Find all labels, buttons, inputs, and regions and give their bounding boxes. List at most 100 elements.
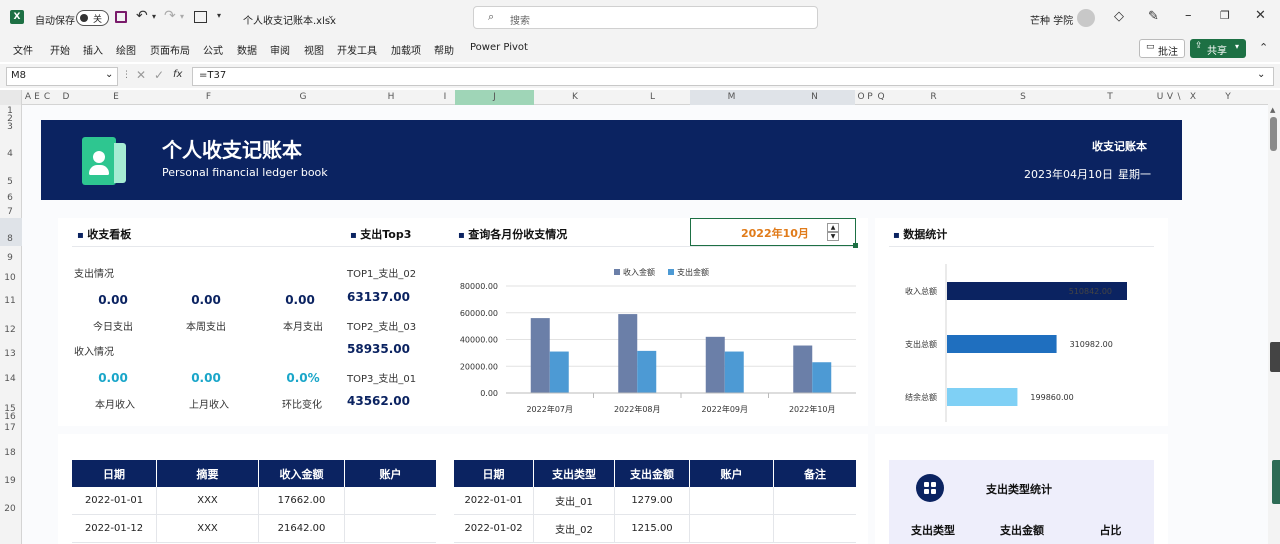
column-header[interactable]: D — [58, 92, 74, 102]
column-header[interactable]: \ — [1175, 92, 1183, 102]
tab-file[interactable]: 文件 — [13, 42, 33, 57]
row-header[interactable]: 16 — [0, 412, 20, 422]
column-header[interactable]: K — [535, 92, 615, 102]
table-cell[interactable]: XXX — [157, 515, 259, 542]
tab-addins[interactable]: 加载项 — [391, 42, 421, 57]
column-header[interactable]: X — [1184, 92, 1202, 102]
column-header[interactable]: O — [857, 92, 865, 102]
pen-icon[interactable]: ✎ — [1148, 9, 1159, 24]
column-header[interactable]: Y — [1203, 92, 1253, 102]
column-header[interactable]: S — [980, 92, 1066, 102]
column-header[interactable]: M — [690, 92, 773, 102]
column-header[interactable]: N — [774, 92, 855, 102]
table-cell[interactable] — [690, 487, 774, 514]
column-header[interactable]: L — [616, 92, 689, 102]
row-header[interactable]: 7 — [0, 207, 20, 217]
search-box[interactable]: ⌕ 搜索 — [473, 6, 818, 29]
column-header[interactable]: T — [1067, 92, 1153, 102]
row-header[interactable]: 9 — [0, 253, 20, 263]
table-cell[interactable]: 21642.00 — [259, 515, 345, 542]
cell-fill-handle[interactable] — [853, 243, 858, 248]
column-header[interactable]: I — [436, 92, 454, 102]
row-header[interactable]: 17 — [0, 423, 20, 433]
side-panel-handle[interactable] — [1270, 342, 1280, 372]
spin-down-button[interactable]: ▼ — [827, 232, 839, 241]
table-cell[interactable]: 2022-01-02 — [454, 515, 534, 542]
customize-dropdown-icon[interactable]: ▾ — [217, 11, 221, 20]
share-dropdown-icon[interactable]: ▾ — [1235, 42, 1239, 51]
ribbon-collapse-icon[interactable]: ⌃ — [1259, 41, 1268, 54]
redo-icon[interactable]: ↷ — [164, 8, 176, 24]
row-header[interactable]: 12 — [0, 325, 20, 335]
insert-function-icon[interactable]: fx — [173, 69, 182, 80]
row-header[interactable]: 5 — [0, 177, 20, 187]
formula-input[interactable]: =T37 ⌄ — [192, 67, 1274, 86]
tab-data[interactable]: 数据 — [237, 42, 257, 57]
column-header[interactable]: V — [1166, 92, 1174, 102]
column-header[interactable]: P — [866, 92, 874, 102]
table-cell[interactable]: 17662.00 — [259, 487, 345, 514]
minimize-icon[interactable]: – — [1185, 8, 1192, 23]
row-header[interactable]: 11 — [0, 296, 20, 306]
table-cell[interactable] — [774, 515, 856, 542]
filename-chevron-down-icon[interactable]: ⌄ — [327, 11, 335, 21]
table-cell[interactable] — [774, 487, 856, 514]
restore-icon[interactable]: ❐ — [1220, 9, 1230, 22]
undo-dropdown-icon[interactable]: ▾ — [152, 12, 156, 21]
column-header[interactable]: Q — [875, 92, 887, 102]
column-header[interactable]: A — [24, 92, 32, 102]
tab-draw[interactable]: 绘图 — [116, 42, 136, 57]
row-header[interactable]: 13 — [0, 349, 20, 359]
file-name[interactable]: 个人收支记账本.xlsx — [243, 12, 336, 27]
close-icon[interactable]: ✕ — [1255, 8, 1266, 23]
table-cell[interactable] — [345, 515, 436, 542]
scroll-thumb[interactable] — [1270, 117, 1277, 151]
select-all-corner[interactable] — [0, 90, 22, 105]
table-cell[interactable]: 支出_02 — [534, 515, 615, 542]
redo-dropdown-icon[interactable]: ▾ — [180, 12, 184, 21]
column-header[interactable]: C — [43, 92, 51, 102]
tab-power-pivot[interactable]: Power Pivot — [470, 42, 528, 53]
tab-insert[interactable]: 插入 — [83, 42, 103, 57]
tab-developer[interactable]: 开发工具 — [337, 42, 377, 57]
tab-review[interactable]: 审阅 — [270, 42, 290, 57]
autosave-toggle[interactable]: 关 — [76, 10, 109, 26]
row-header[interactable]: 6 — [0, 193, 20, 203]
cancel-icon[interactable]: ✕ — [136, 68, 146, 82]
table-cell[interactable]: 2022-01-12 — [72, 515, 157, 542]
undo-icon[interactable]: ↶ — [136, 8, 148, 24]
column-header[interactable]: U — [1155, 92, 1165, 102]
table-cell[interactable] — [345, 487, 436, 514]
table-cell[interactable]: 2022-01-01 — [454, 487, 534, 514]
table-cell[interactable] — [690, 515, 774, 542]
column-header[interactable]: E — [33, 92, 41, 102]
table-cell[interactable]: 1279.00 — [615, 487, 690, 514]
scroll-up-icon[interactable]: ▲ — [1270, 106, 1275, 114]
avatar[interactable] — [1077, 9, 1095, 27]
tab-home[interactable]: 开始 — [50, 42, 70, 57]
table-cell[interactable]: XXX — [157, 487, 259, 514]
save-icon[interactable] — [115, 11, 127, 23]
tab-view[interactable]: 视图 — [304, 42, 324, 57]
row-header[interactable]: 18 — [0, 448, 20, 458]
column-header[interactable]: E — [75, 92, 157, 102]
table-cell[interactable]: 支出_01 — [534, 487, 615, 514]
tab-page-layout[interactable]: 页面布局 — [150, 42, 190, 57]
side-panel-handle[interactable] — [1272, 460, 1280, 504]
share-button[interactable]: ⇪ 共享 ▾ — [1190, 39, 1246, 58]
row-header[interactable]: 20 — [0, 504, 20, 514]
row-header[interactable]: 8 — [0, 234, 20, 244]
name-box-chevron-down-icon[interactable]: ⌄ — [105, 69, 113, 80]
row-header[interactable]: 14 — [0, 374, 20, 384]
table-cell[interactable]: 1215.00 — [615, 515, 690, 542]
column-header[interactable]: R — [888, 92, 979, 102]
column-header[interactable]: J — [455, 92, 534, 102]
diamond-icon[interactable]: ◇ — [1114, 9, 1124, 24]
column-header[interactable]: G — [260, 92, 346, 102]
user-name[interactable]: 芒种 学院 — [1030, 12, 1073, 27]
row-header[interactable]: 10 — [0, 273, 20, 283]
tab-formulas[interactable]: 公式 — [203, 42, 223, 57]
spin-up-button[interactable]: ▲ — [827, 223, 839, 232]
table-cell[interactable]: 2022-01-01 — [72, 487, 157, 514]
name-box[interactable]: M8 ⌄ — [6, 67, 118, 86]
